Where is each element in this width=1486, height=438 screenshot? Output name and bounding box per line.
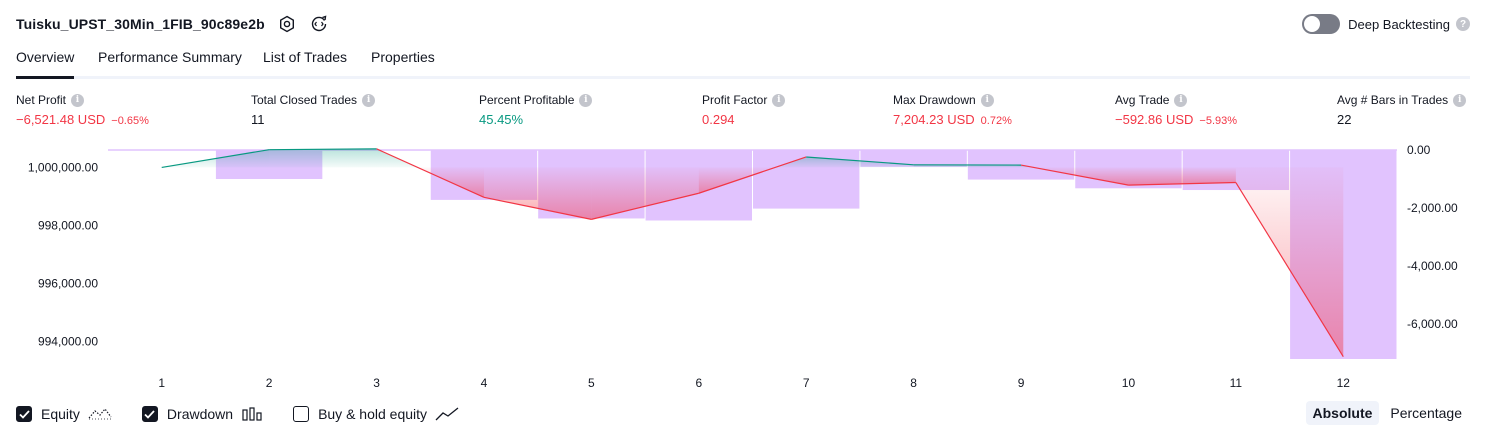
loss-fill bbox=[483, 167, 592, 220]
metric-label: Max Drawdown bbox=[893, 93, 976, 107]
metric-percent: −0.65% bbox=[111, 115, 149, 127]
x-axis-tick-label: 7 bbox=[803, 376, 810, 390]
drawdown-bars-icon bbox=[241, 406, 263, 422]
info-icon[interactable]: i bbox=[362, 93, 376, 107]
metric-profit-factor: Profit Factor i 0.294 bbox=[702, 93, 786, 127]
strategy-title: Tuisku_UPST_30Min_1FIB_90c89e2b bbox=[16, 16, 265, 32]
right-axis-tick-label: -4,000.00 bbox=[1407, 259, 1458, 273]
absolute-button[interactable]: Absolute bbox=[1305, 401, 1380, 425]
legend-label: Drawdown bbox=[166, 406, 234, 422]
legend-label: Buy & hold equity bbox=[318, 406, 428, 422]
left-axis-tick-label: 994,000.00 bbox=[38, 335, 98, 349]
left-axis-tick-label: 998,000.00 bbox=[38, 218, 98, 232]
metric-label: Avg # Bars in Trades bbox=[1337, 93, 1449, 107]
percentage-button[interactable]: Percentage bbox=[1383, 401, 1469, 425]
metric-percent: −5.93% bbox=[1199, 115, 1238, 127]
equity-fill bbox=[161, 148, 1344, 357]
metric-max-drawdown: Max Drawdown i 7,204.23 USD 0.72% bbox=[893, 93, 1012, 127]
x-axis-tick-label: 4 bbox=[481, 376, 488, 390]
x-axis-tick-label: 6 bbox=[695, 376, 702, 390]
metric-total-closed-trades: Total Closed Trades i 11 bbox=[251, 93, 376, 127]
tab-performance-summary[interactable]: Performance Summary bbox=[98, 49, 242, 73]
x-axis-tick-label: 9 bbox=[1018, 376, 1025, 390]
metric-label: Profit Factor bbox=[702, 93, 768, 107]
equity-line-icon bbox=[88, 406, 112, 422]
metric-label: Total Closed Trades bbox=[251, 93, 358, 107]
report-tabs: Overview Performance Summary List of Tra… bbox=[16, 46, 1470, 79]
info-icon[interactable]: i bbox=[980, 93, 994, 107]
help-icon[interactable]: ? bbox=[1456, 17, 1470, 31]
metric-value: 7,204.23 USD bbox=[893, 112, 975, 127]
tab-properties[interactable]: Properties bbox=[371, 49, 435, 73]
strategy-header: Tuisku_UPST_30Min_1FIB_90c89e2b bbox=[16, 12, 329, 36]
deep-backtesting-label: Deep Backtesting bbox=[1348, 16, 1450, 32]
metric-label: Net Profit bbox=[16, 93, 67, 107]
profit-fill bbox=[269, 148, 377, 168]
x-axis-tick-label: 5 bbox=[588, 376, 595, 390]
deep-backtesting-control: Deep Backtesting ? bbox=[1302, 12, 1470, 36]
x-axis-tick-label: 2 bbox=[266, 376, 273, 390]
right-axis-tick-label: 0.00 bbox=[1407, 143, 1431, 157]
x-axis-tick-label: 10 bbox=[1122, 376, 1136, 390]
tab-list-of-trades[interactable]: List of Trades bbox=[263, 49, 347, 73]
metric-percent: 0.72% bbox=[980, 115, 1012, 127]
info-icon[interactable]: i bbox=[71, 93, 85, 107]
metric-value: 45.45% bbox=[479, 112, 524, 127]
right-axis-tick-label: -2,000.00 bbox=[1407, 201, 1458, 215]
deep-backtesting-toggle[interactable] bbox=[1302, 14, 1341, 34]
metric-avg-bars-in-trades: Avg # Bars in Trades i 22 bbox=[1337, 93, 1467, 127]
loss-fill bbox=[1235, 167, 1344, 357]
left-axis-tick-label: 996,000.00 bbox=[38, 277, 98, 291]
left-axis-tick-label: 1,000,000.00 bbox=[28, 160, 98, 174]
toggle-knob bbox=[1304, 16, 1321, 32]
x-axis-tick-label: 3 bbox=[373, 376, 380, 390]
source-code-icon[interactable] bbox=[309, 14, 329, 34]
metric-percent-profitable: Percent Profitable i 45.45% bbox=[479, 93, 593, 127]
x-axis-tick-label: 8 bbox=[910, 376, 917, 390]
info-icon[interactable]: i bbox=[579, 93, 593, 107]
legend-label: Equity bbox=[41, 406, 80, 422]
x-axis-tick-label: 1 bbox=[158, 376, 165, 390]
info-icon[interactable]: i bbox=[772, 93, 786, 107]
tab-overview[interactable]: Overview bbox=[16, 49, 75, 79]
buy-hold-checkbox[interactable] bbox=[293, 406, 310, 422]
drawdown-checkbox[interactable] bbox=[141, 406, 158, 422]
metric-net-profit: Net Profit i −6,521.48 USD −0.65% bbox=[16, 93, 149, 127]
info-icon[interactable]: i bbox=[1174, 93, 1188, 107]
metric-value: −592.86 USD bbox=[1115, 112, 1194, 127]
equity-drawdown-chart[interactable]: 1,000,000.00 998,000.00 996,000.00 994,000.… bbox=[0, 140, 1486, 396]
info-icon[interactable]: i bbox=[1453, 93, 1467, 107]
scale-mode-switch: Absolute Percentage bbox=[1305, 401, 1470, 425]
right-axis-tick-label: -6,000.00 bbox=[1407, 317, 1458, 331]
metric-label: Percent Profitable bbox=[479, 93, 575, 107]
legend-buy-hold[interactable]: Buy & hold equity bbox=[293, 406, 459, 422]
buy-hold-line-icon bbox=[435, 406, 459, 422]
metric-value: 0.294 bbox=[702, 112, 735, 127]
metric-value: 11 bbox=[251, 112, 265, 127]
chart-legend: Equity Drawdown Buy & hold equity bbox=[16, 403, 489, 425]
metric-avg-trade: Avg Trade i −592.86 USD −5.93% bbox=[1115, 93, 1237, 127]
metrics-row: Net Profit i −6,521.48 USD −0.65% Total Cl… bbox=[0, 93, 1486, 133]
settings-gear-icon[interactable] bbox=[277, 14, 297, 34]
metric-value: −6,521.48 USD bbox=[16, 112, 106, 127]
legend-equity[interactable]: Equity bbox=[16, 406, 112, 422]
equity-checkbox[interactable] bbox=[16, 406, 32, 422]
x-axis-tick-label: 12 bbox=[1337, 376, 1351, 390]
metric-label: Avg Trade bbox=[1115, 93, 1170, 107]
x-axis-tick-label: 11 bbox=[1230, 376, 1243, 390]
legend-drawdown[interactable]: Drawdown bbox=[141, 406, 263, 422]
metric-value: 22 bbox=[1337, 112, 1352, 127]
